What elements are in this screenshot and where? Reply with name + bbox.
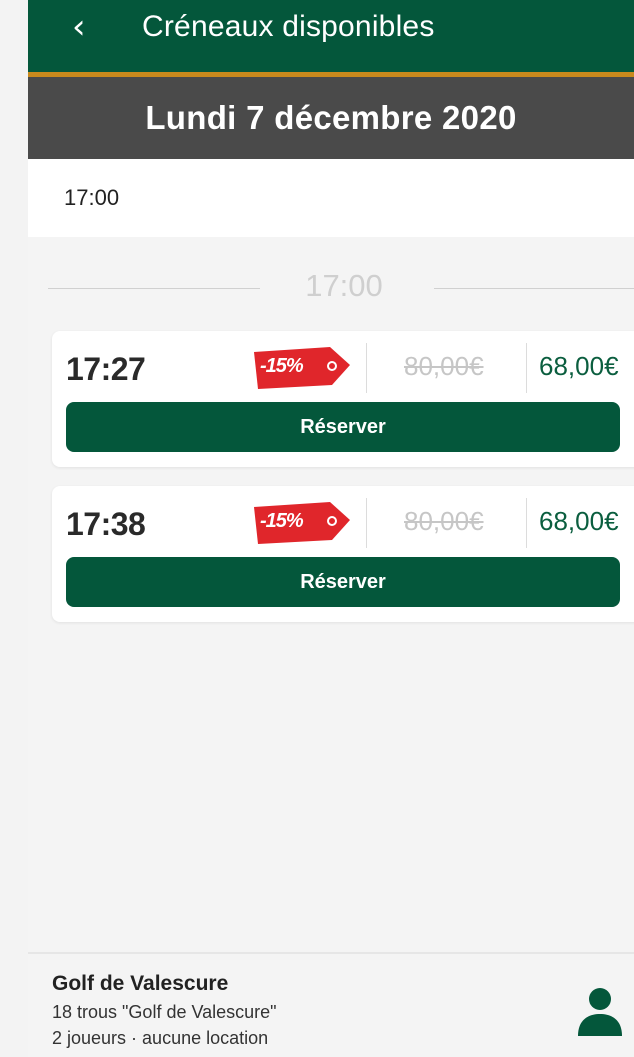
time-selector[interactable]: 17:00: [28, 159, 634, 237]
date-header: Lundi 7 décembre 2020: [28, 77, 634, 159]
top-app-bar: ‹ Créneaux disponibles: [28, 0, 634, 77]
discount-tag-icon: -15%: [250, 345, 354, 391]
slot-time: 17:27: [66, 351, 146, 387]
time-group-label: 17:00: [305, 268, 383, 303]
chevron-left-icon[interactable]: ‹: [72, 10, 100, 44]
club-name: Golf de Valescure: [52, 972, 229, 995]
time-group-divider: 17:00: [48, 262, 634, 310]
user-icon[interactable]: [576, 986, 624, 1036]
discount-tag-icon: -15%: [250, 500, 354, 546]
original-price: 80,00€: [404, 351, 484, 381]
booking-details: 2 joueurs · aucune location: [52, 1028, 269, 1048]
discounted-price: 68,00€: [539, 351, 619, 381]
app-screen: ‹ Créneaux disponibles Lundi 7 décembre …: [28, 0, 634, 1057]
date-title: Lundi 7 décembre 2020: [145, 99, 517, 136]
tee-time-slot: 17:38 -15% 80,00€ 68,00€ Réserver: [52, 486, 634, 622]
price-separator: [526, 498, 527, 548]
price-separator: [366, 343, 367, 393]
time-selector-value: 17:00: [64, 185, 120, 210]
divider-line-right: [434, 288, 634, 289]
reserve-button[interactable]: Réserver: [66, 557, 620, 607]
tee-time-slot: 17:27 -15% 80,00€ 68,00€ Réserver: [52, 331, 634, 467]
divider-line-left: [48, 288, 260, 289]
discount-label: -15%: [260, 510, 304, 532]
course-name: 18 trous "Golf de Valescure": [52, 1002, 277, 1022]
original-price: 80,00€: [404, 506, 484, 536]
discounted-price: 68,00€: [539, 506, 619, 536]
price-separator: [366, 498, 367, 548]
reserve-button[interactable]: Réserver: [66, 402, 620, 452]
discount-label: -15%: [260, 355, 304, 377]
booking-summary-footer: Golf de Valescure 18 trous "Golf de Vale…: [28, 952, 634, 1057]
price-separator: [526, 343, 527, 393]
slot-time: 17:38: [66, 506, 146, 542]
page-title: Créneaux disponibles: [142, 10, 435, 43]
